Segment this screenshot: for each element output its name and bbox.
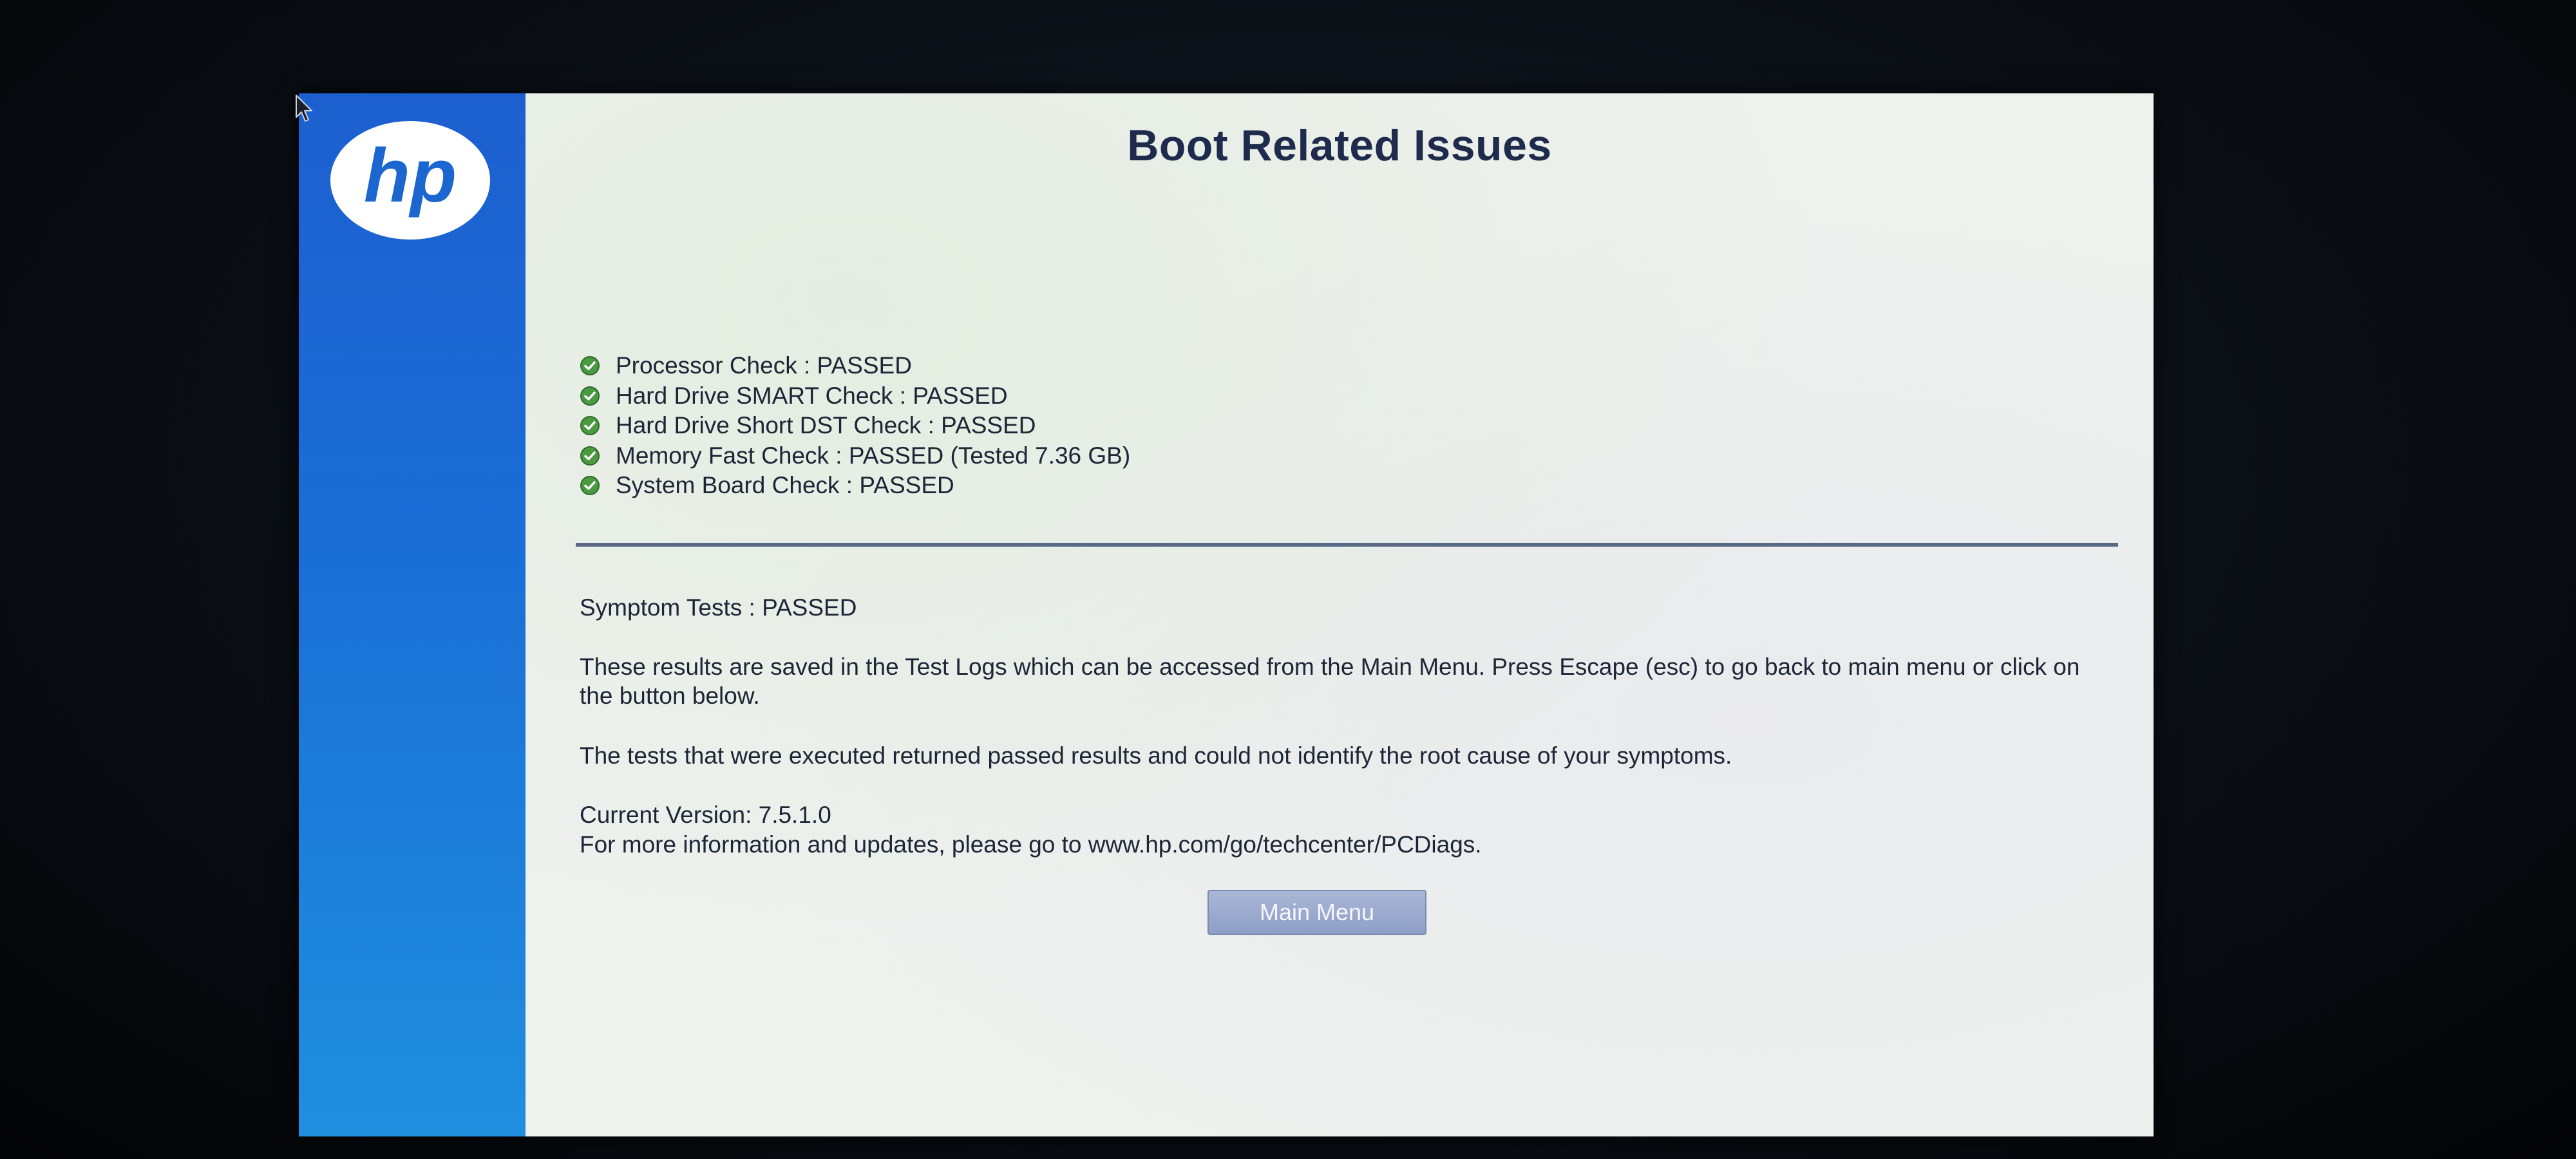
- current-version: Current Version: 7.5.1.0: [580, 802, 831, 828]
- check-item-hdd-dst: Hard Drive Short DST Check : PASSED: [580, 411, 1130, 441]
- executed-results-message: The tests that were executed returned pa…: [580, 742, 1732, 769]
- check-label: Hard Drive Short DST Check : PASSED: [616, 412, 1036, 439]
- check-item-hdd-smart: Hard Drive SMART Check : PASSED: [580, 381, 1130, 411]
- main-menu-button[interactable]: Main Menu: [1208, 890, 1426, 935]
- check-item-system-board: System Board Check : PASSED: [580, 471, 1130, 501]
- hp-logo-text: hp: [364, 133, 457, 218]
- symptom-tests-status: Symptom Tests : PASSED: [580, 594, 857, 621]
- saved-results-message: These results are saved in the Test Logs…: [580, 654, 2080, 709]
- check-circle-icon: [580, 386, 600, 406]
- hp-logo-icon: hp: [330, 121, 490, 240]
- check-list: Processor Check : PASSED Hard Drive SMAR…: [580, 351, 1130, 501]
- check-item-processor: Processor Check : PASSED: [580, 351, 1130, 381]
- check-circle-icon: [580, 446, 600, 466]
- check-item-memory: Memory Fast Check : PASSED (Tested 7.36 …: [580, 441, 1130, 471]
- more-info-text: For more information and updates, please…: [580, 831, 1482, 858]
- main-content: Boot Related Issues Processor Check : PA…: [526, 93, 2154, 1136]
- mouse-pointer-icon: [296, 95, 312, 122]
- check-circle-icon: [580, 356, 600, 376]
- check-label: System Board Check : PASSED: [616, 472, 954, 499]
- check-label: Hard Drive SMART Check : PASSED: [616, 382, 1008, 409]
- check-label: Memory Fast Check : PASSED (Tested 7.36 …: [616, 442, 1131, 469]
- brand-sidebar: hp: [299, 93, 526, 1136]
- check-circle-icon: [580, 476, 600, 496]
- page-title: Boot Related Issues: [1127, 121, 1552, 170]
- diagnostics-screen: hp Boot Related Issues Processor Check :…: [299, 93, 2154, 1136]
- check-circle-icon: [580, 416, 600, 436]
- check-label: Processor Check : PASSED: [616, 352, 912, 379]
- section-divider: [576, 543, 2118, 547]
